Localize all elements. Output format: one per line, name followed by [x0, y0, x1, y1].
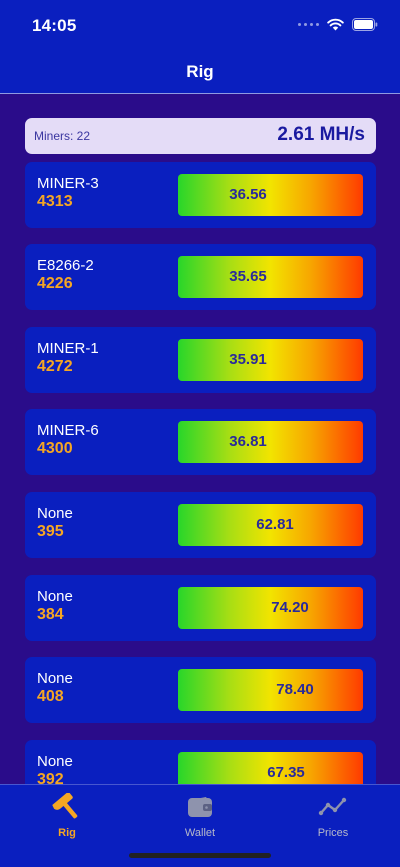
miner-id: 395 — [37, 523, 64, 540]
temperature-gauge: 36.81 — [178, 421, 363, 463]
status-icons — [298, 16, 378, 32]
gauge-value: 67.35 — [267, 764, 305, 781]
temperature-gauge: 78.40 — [178, 669, 363, 711]
wifi-icon — [327, 18, 344, 30]
tab-wallet[interactable]: Wallet — [150, 793, 250, 843]
hammer-icon — [52, 793, 78, 819]
total-hashrate: 2.61 MH/s — [277, 124, 365, 145]
gauge-value: 78.40 — [276, 681, 314, 698]
chart-line-icon — [318, 797, 347, 816]
miner-card[interactable]: MINER-3 4313 36.56 — [25, 162, 376, 228]
temperature-gauge: 35.65 — [178, 256, 363, 298]
miner-id: 4300 — [37, 440, 73, 457]
wallet-icon — [188, 797, 212, 817]
temperature-gauge: 35.91 — [178, 339, 363, 381]
miner-id: 408 — [37, 688, 64, 705]
tab-label: Prices — [317, 827, 349, 839]
miner-id: 4313 — [37, 193, 73, 210]
navigation-bar: Rig — [0, 50, 400, 94]
miner-name: E8266-2 — [37, 257, 94, 274]
miner-card[interactable]: None 408 78.40 — [25, 657, 376, 723]
home-indicator — [129, 853, 271, 858]
miner-id: 384 — [37, 606, 64, 623]
page-title: Rig — [186, 62, 214, 81]
gauge-value: 36.81 — [229, 433, 267, 450]
gauge-value: 74.20 — [271, 599, 309, 616]
gauge-value: 35.65 — [229, 268, 267, 285]
tab-prices[interactable]: Prices — [283, 793, 383, 843]
tab-rig[interactable]: Rig — [17, 793, 117, 843]
temperature-gauge: 74.20 — [178, 587, 363, 629]
gauge-value: 62.81 — [256, 516, 294, 533]
miner-card[interactable]: MINER-1 4272 35.91 — [25, 327, 376, 393]
signal-icon — [298, 22, 319, 26]
miner-card[interactable]: E8266-2 4226 35.65 — [25, 244, 376, 310]
miner-id: 4272 — [37, 358, 73, 375]
miner-name: None — [37, 505, 73, 522]
miner-id: 4226 — [37, 275, 73, 292]
temperature-gauge: 36.56 — [178, 174, 363, 216]
summary-bar: Miners: 22 2.61 MH/s — [25, 118, 376, 154]
gauge-value: 36.56 — [229, 186, 267, 203]
status-time: 14:05 — [32, 16, 77, 35]
gauge-value: 35.91 — [229, 351, 267, 368]
miner-name: MINER-6 — [37, 422, 99, 439]
miners-count: Miners: 22 — [34, 129, 91, 143]
miner-name: None — [37, 670, 73, 687]
miner-name: MINER-1 — [37, 340, 99, 357]
tab-label: Wallet — [184, 827, 216, 839]
miner-name: None — [37, 753, 73, 770]
miner-card[interactable]: None 395 62.81 — [25, 492, 376, 558]
temperature-gauge: 62.81 — [178, 504, 363, 546]
miner-card[interactable]: MINER-6 4300 36.81 — [25, 409, 376, 475]
miner-name: MINER-3 — [37, 175, 99, 192]
status-bar: 14:05 — [0, 0, 400, 50]
tab-label: Rig — [58, 827, 76, 839]
miner-name: None — [37, 588, 73, 605]
miner-card[interactable]: None 384 74.20 — [25, 575, 376, 641]
battery-icon — [352, 17, 378, 31]
